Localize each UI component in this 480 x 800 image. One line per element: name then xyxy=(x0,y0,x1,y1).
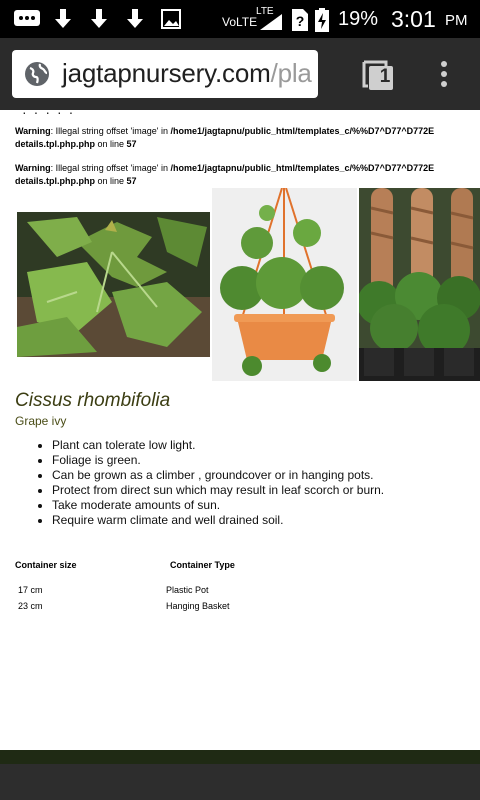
list-item: Require warm climate and well drained so… xyxy=(52,513,384,528)
plant-photo-nursery-poles[interactable] xyxy=(359,188,480,381)
clock-ampm: PM xyxy=(445,12,468,29)
php-warning-line: details.tpl.php.php on line 57 xyxy=(15,138,480,151)
url-path: /pla xyxy=(270,58,312,88)
url-text: jagtapnursery.com/pla xyxy=(62,58,312,89)
warning-line-text: on line xyxy=(95,176,127,186)
tab-switcher-button[interactable]: 1 xyxy=(362,58,396,97)
chat-notification-icon xyxy=(14,10,40,26)
list-item: Protect from direct sun which may result… xyxy=(52,483,384,498)
no-sim-icon: ? xyxy=(292,9,308,31)
plant-botanical-name: Cissus rhombifolia xyxy=(15,390,171,411)
warning-line-number: 57 xyxy=(126,176,137,186)
warning-line-number: 57 xyxy=(126,139,137,149)
warning-line-text: on line xyxy=(95,139,127,149)
signal-icon xyxy=(260,14,282,30)
image-icon xyxy=(161,9,181,29)
globe-icon xyxy=(25,62,49,86)
php-warning: Warning: Illegal string offset 'image' i… xyxy=(15,125,480,138)
warning-path: /home1/jagtapnu/public_html/templates_c/… xyxy=(170,163,435,173)
plant-common-name: Grape ivy xyxy=(15,414,67,428)
warning-text: : Illegal string offset 'image' in xyxy=(50,163,171,173)
download-icon xyxy=(127,9,143,28)
download-icon xyxy=(91,9,107,28)
page-footer-band xyxy=(0,750,480,764)
warning-label: Warning xyxy=(15,163,51,173)
table-cell-size: 17 cm xyxy=(18,585,43,595)
warning-file: details.tpl.php.php xyxy=(15,139,95,149)
download-icon xyxy=(55,9,71,28)
php-warning: Warning: Illegal string offset 'image' i… xyxy=(15,162,480,175)
clock-time: 3:01 xyxy=(391,6,436,32)
list-item: Take moderate amounts of sun. xyxy=(52,498,384,513)
plant-features-list: Plant can tolerate low light. Foliage is… xyxy=(52,438,384,528)
browser-toolbar: jagtapnursery.com/pla 1 xyxy=(0,38,480,110)
warning-label: Warning xyxy=(15,126,51,136)
tab-count: 1 xyxy=(379,66,391,87)
more-vert-icon xyxy=(441,61,447,87)
warning-file: details.tpl.php.php xyxy=(15,176,95,186)
php-warning-line: details.tpl.php.php on line 57 xyxy=(15,175,480,188)
svg-text:?: ? xyxy=(296,13,305,29)
list-item: Can be grown as a climber , groundcover … xyxy=(52,468,384,483)
status-bar: VoLTE LTE ? 19% 3:01 PM xyxy=(0,0,480,38)
plant-photo-hanging-pot[interactable] xyxy=(212,188,357,381)
table-cell-size: 23 cm xyxy=(18,601,43,611)
system-navigation-bar xyxy=(0,764,480,800)
battery-icon xyxy=(315,8,329,32)
url-host: jagtapnursery.com xyxy=(62,58,271,88)
table-cell-type: Plastic Pot xyxy=(166,585,209,595)
table-cell-type: Hanging Basket xyxy=(166,601,230,611)
clipped-text-remnant: ····· xyxy=(22,110,81,120)
battery-percentage: 19% xyxy=(338,8,379,30)
table-header-container-size: Container size xyxy=(15,560,77,570)
plant-photo-leaves[interactable] xyxy=(17,212,210,357)
web-page-content: ····· Warning: Illegal string offset 'im… xyxy=(0,110,480,750)
volte-indicator: VoLTE xyxy=(222,15,258,29)
address-bar[interactable]: jagtapnursery.com/pla xyxy=(12,50,318,98)
table-header-container-type: Container Type xyxy=(170,560,235,570)
list-item: Foliage is green. xyxy=(52,453,384,468)
list-item: Plant can tolerate low light. xyxy=(52,438,384,453)
browser-menu-button[interactable] xyxy=(439,60,449,93)
warning-path: /home1/jagtapnu/public_html/templates_c/… xyxy=(170,126,435,136)
warning-text: : Illegal string offset 'image' in xyxy=(50,126,171,136)
